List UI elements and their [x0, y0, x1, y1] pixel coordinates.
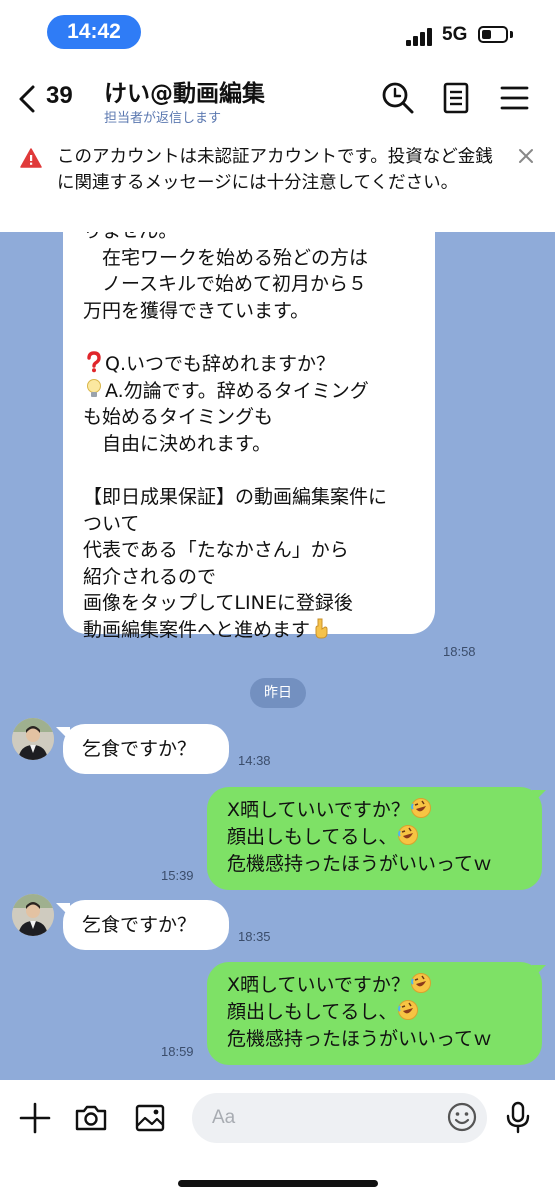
message-line: 代表である「たなかさん」から — [83, 539, 349, 562]
camera-button[interactable] — [73, 1100, 109, 1136]
message-input-bar — [0, 1080, 555, 1200]
message-line: ノースキルで始めて初月から５ — [83, 273, 368, 296]
message-line: X晒していいですか？ — [227, 797, 542, 824]
chat-area[interactable]: りません。 在宅ワークを始める殆どの方は ノースキルで始めて初月から５ 万円を獲… — [0, 232, 555, 1080]
message-input[interactable] — [192, 1093, 487, 1143]
unverified-warning-banner: このアカウントは未認証アカウントです。投資など金銭に関連するメッセージには十分注… — [0, 134, 555, 232]
warning-text: このアカウントは未認証アカウントです。投資など金銭に関連するメッセージには十分注… — [57, 147, 493, 193]
message-line: 顔出しもしてるし、 — [227, 999, 542, 1026]
rolling-laughing-emoji — [398, 1000, 419, 1020]
incoming-long-message[interactable]: りません。 在宅ワークを始める殆どの方は ノースキルで始めて初月から５ 万円を獲… — [63, 232, 435, 641]
status-time: 14:42 — [47, 15, 141, 49]
answer-text: A.勿論です。辞めるタイミング — [105, 379, 369, 402]
question-text: Q.いつでも辞めれますか？ — [105, 352, 335, 375]
image-icon — [135, 1104, 165, 1132]
network-type: 5G — [442, 24, 468, 45]
incoming-message[interactable]: 乞食ですか？ — [63, 724, 229, 774]
smiley-icon — [447, 1102, 477, 1132]
incoming-message[interactable]: 乞食ですか？ — [63, 900, 229, 950]
plus-icon — [19, 1102, 51, 1134]
message-line-answer: A.勿論です。辞めるタイミング — [83, 378, 421, 405]
message-line: 危機感持ったほうがいいってｗ — [227, 853, 493, 875]
message-line: 顔出しもしてるし、 — [227, 824, 542, 851]
message-time: 18:58 — [443, 644, 476, 659]
message-line: 在宅ワークを始める殆どの方は — [83, 246, 369, 269]
hamburger-menu-icon — [500, 86, 529, 110]
last-line-text: 動画編集案件へと進めます — [83, 618, 311, 641]
rolling-laughing-emoji — [398, 825, 419, 845]
back-button[interactable]: 39 — [16, 80, 86, 120]
search-icon — [382, 82, 414, 114]
voice-button[interactable] — [500, 1099, 536, 1135]
warning-icon — [20, 148, 42, 168]
chat-header: 39 けい@動画編集 担当者が返信します — [0, 62, 555, 134]
home-indicator[interactable] — [178, 1180, 378, 1187]
outgoing-message[interactable]: X晒していいですか？ 顔出しもしてるし、 危機感持ったほうがいいってｗ — [207, 962, 542, 1065]
avatar-photo — [12, 718, 54, 760]
message-line — [83, 324, 421, 351]
menu-button[interactable] — [497, 80, 533, 116]
avatar[interactable] — [12, 894, 54, 936]
outgoing-message[interactable]: X晒していいですか？ 顔出しもしてるし、 危機感持ったほうがいいってｗ — [207, 787, 542, 890]
message-line-question: Q.いつでも辞めれますか？ — [83, 351, 421, 378]
chevron-left-icon — [19, 85, 35, 113]
message-line: 自由に決めれます。 — [83, 432, 272, 455]
unread-count: 39 — [46, 82, 73, 109]
message-time: 14:38 — [238, 753, 271, 768]
search-button[interactable] — [380, 80, 416, 116]
message-line: も始めるタイミングも — [83, 406, 274, 429]
red-question-mark-emoji — [87, 351, 101, 373]
message-text: X晒していいですか？ — [227, 974, 410, 996]
signal-icon — [406, 28, 436, 46]
message-text: 乞食ですか？ — [82, 914, 197, 936]
message-line: ついて — [83, 512, 140, 535]
message-text: 顔出しもしてるし、 — [227, 826, 398, 848]
message-line: 【即日成果保証】の動画編集案件に — [83, 485, 388, 508]
battery-icon — [478, 26, 508, 43]
notes-button[interactable] — [438, 80, 474, 116]
chat-title: けい@動画編集 — [104, 81, 265, 107]
camera-icon — [75, 1105, 107, 1131]
message-line: りません。 — [83, 232, 421, 245]
image-button[interactable] — [132, 1100, 168, 1136]
battery-tip — [510, 31, 513, 38]
notes-icon — [443, 82, 469, 114]
message-line: 画像をタップしてLINEに登録後 — [83, 592, 353, 615]
light-bulb-emoji — [87, 378, 101, 397]
message-text: 乞食ですか？ — [82, 738, 197, 760]
pointing-down-emoji — [315, 618, 328, 639]
status-bar: 14:42 5G — [0, 0, 555, 62]
message-time: 18:59 — [161, 1044, 194, 1059]
message-line: 危機感持ったほうがいいってｗ — [227, 1028, 493, 1050]
message-line: 万円を獲得できています。 — [83, 299, 310, 322]
message-text: 顔出しもしてるし、 — [227, 1001, 398, 1023]
emoji-button[interactable] — [444, 1099, 480, 1135]
message-time: 15:39 — [161, 868, 194, 883]
message-time: 18:35 — [238, 929, 271, 944]
message-text: X晒していいですか？ — [227, 799, 410, 821]
date-separator: 昨日 — [250, 678, 306, 708]
rolling-laughing-emoji — [410, 798, 431, 818]
avatar-photo — [12, 894, 54, 936]
message-line — [83, 457, 421, 484]
close-icon[interactable] — [516, 146, 536, 166]
avatar[interactable] — [12, 718, 54, 760]
message-line: 紹介されるので — [83, 565, 217, 588]
message-line-last: 動画編集案件へと進めます — [83, 617, 421, 644]
message-line: X晒していいですか？ — [227, 972, 542, 999]
add-button[interactable] — [17, 1100, 53, 1136]
chat-subtitle: 担当者が返信します — [104, 111, 222, 126]
microphone-icon — [506, 1101, 530, 1134]
rolling-laughing-emoji — [410, 973, 431, 993]
